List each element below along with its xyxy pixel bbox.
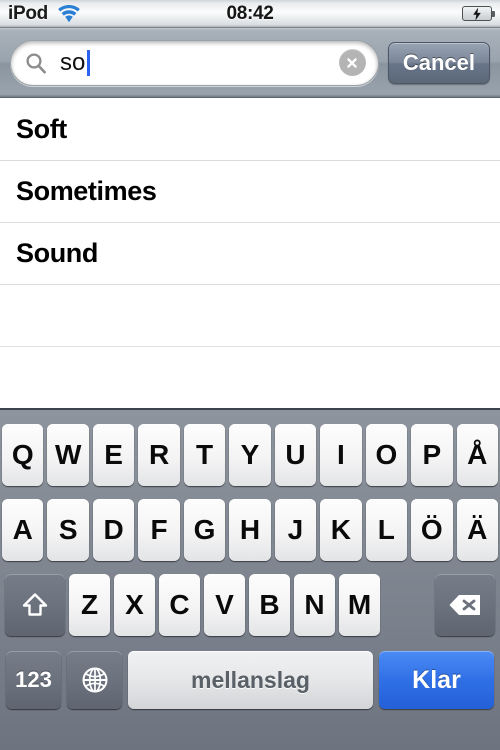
wifi-icon (57, 4, 81, 23)
backspace-icon (449, 595, 480, 615)
key-h[interactable]: H (229, 499, 271, 561)
key-q[interactable]: Q (2, 424, 44, 486)
key-b[interactable]: B (249, 574, 290, 636)
key-f[interactable]: F (138, 499, 180, 561)
key-y[interactable]: Y (229, 424, 271, 486)
clear-circle-icon (347, 57, 358, 68)
keyboard-row-1: Q W E R T Y U I O P Å (0, 420, 500, 490)
key-g[interactable]: G (183, 499, 226, 561)
key-m[interactable]: M (339, 574, 380, 636)
key-v[interactable]: V (204, 574, 245, 636)
key-t[interactable]: T (183, 424, 226, 486)
shift-key[interactable] (5, 574, 65, 636)
on-screen-keyboard: Q W E R T Y U I O P Å A S D F G H J K L … (0, 408, 500, 750)
numbers-key[interactable]: 123 (6, 651, 61, 709)
status-bar-right (462, 6, 495, 21)
status-bar-left: iPod (8, 3, 81, 25)
key-odiaeresis[interactable]: Ö (411, 499, 453, 561)
list-item[interactable] (0, 347, 500, 409)
key-o[interactable]: O (365, 424, 408, 486)
keyboard-row-2: A S D F G H J K L Ö Ä (0, 495, 500, 565)
search-input[interactable]: so (10, 39, 379, 86)
key-j[interactable]: J (274, 499, 317, 561)
globe-key[interactable] (67, 651, 122, 709)
charging-bolt-icon (473, 7, 481, 20)
list-item[interactable]: Soft (0, 99, 500, 161)
key-x[interactable]: X (114, 574, 155, 636)
key-l[interactable]: L (365, 499, 408, 561)
key-e[interactable]: E (92, 424, 135, 486)
text-cursor (87, 49, 91, 76)
key-i[interactable]: I (320, 424, 362, 486)
carrier-label: iPod (8, 2, 48, 24)
list-item[interactable]: Sound (0, 223, 500, 285)
status-bar: iPod 08:42 (0, 0, 500, 28)
list-item-label: Sound (16, 238, 98, 268)
key-p[interactable]: P (411, 424, 453, 486)
done-key[interactable]: Klar (379, 651, 494, 709)
backspace-key[interactable] (435, 574, 495, 636)
key-a[interactable]: A (2, 499, 44, 561)
iphone-screen: iPod 08:42 so Cancel Soft Sometimes Soun… (0, 0, 500, 750)
key-s[interactable]: S (47, 499, 89, 561)
key-r[interactable]: R (138, 424, 180, 486)
key-c[interactable]: C (159, 574, 200, 636)
key-n[interactable]: N (294, 574, 335, 636)
key-k[interactable]: K (320, 499, 362, 561)
keyboard-row-4: 123 mellanslag Klar (0, 646, 500, 714)
clear-search-button[interactable] (338, 49, 366, 76)
search-icon (25, 52, 47, 74)
search-input-value: so (60, 48, 86, 76)
key-z[interactable]: Z (69, 574, 110, 636)
key-d[interactable]: D (92, 499, 135, 561)
shift-arrow-icon (22, 593, 48, 616)
search-bar: so Cancel (0, 28, 500, 98)
list-item[interactable] (0, 285, 500, 347)
key-w[interactable]: W (47, 424, 89, 486)
globe-icon (82, 667, 107, 693)
key-aring[interactable]: Å (456, 424, 498, 486)
list-item[interactable]: Sometimes (0, 161, 500, 223)
cancel-button[interactable]: Cancel (387, 41, 490, 84)
list-item-label: Sometimes (16, 176, 157, 206)
key-u[interactable]: U (274, 424, 317, 486)
search-results-list: Soft Sometimes Sound (0, 99, 500, 409)
list-item-label: Soft (16, 114, 67, 144)
battery-charging-icon (462, 6, 495, 21)
space-key[interactable]: mellanslag (128, 651, 373, 709)
keyboard-row-3: Z X C V B N M (0, 570, 500, 640)
key-adiaeresis[interactable]: Ä (456, 499, 498, 561)
